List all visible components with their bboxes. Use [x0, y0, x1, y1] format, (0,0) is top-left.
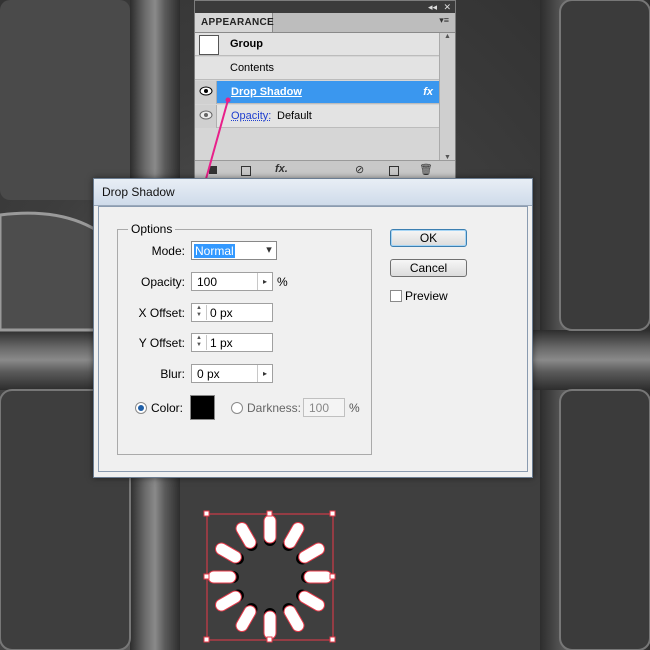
- visibility-toggle[interactable]: [195, 105, 217, 128]
- preview-checkbox[interactable]: [390, 290, 402, 302]
- opacity-link[interactable]: Opacity:: [231, 110, 271, 122]
- handle-middle-left: [203, 573, 210, 580]
- opacity-value: 100: [197, 275, 218, 289]
- close-icon[interactable]: ✕: [443, 1, 451, 13]
- dialog-body: Options Mode: Normal ▾ Opacity: 100 ▸ % …: [98, 206, 528, 472]
- tab-appearance[interactable]: APPEARANCE: [195, 13, 274, 32]
- panel-menu-icon[interactable]: ▾≡: [439, 15, 449, 26]
- eye-icon: [199, 110, 213, 120]
- flower-petal: [263, 514, 277, 546]
- add-stroke-icon[interactable]: [209, 166, 217, 174]
- blur-slider-arrow-icon[interactable]: ▸: [257, 365, 272, 382]
- appearance-row-contents[interactable]: Contents: [195, 57, 439, 80]
- appearance-row-group[interactable]: Group: [195, 33, 439, 56]
- collapse-icon[interactable]: ◂◂: [428, 1, 437, 13]
- x-offset-spinner-icon[interactable]: ▲ ▼: [192, 305, 207, 320]
- appearance-panel: ◂◂ ✕ APPEARANCE ▾≡ Group Contents Drop S…: [194, 0, 456, 180]
- color-label: Color:: [151, 401, 184, 415]
- blur-value: 0 px: [197, 367, 220, 381]
- drop-shadow-link[interactable]: Drop Shadow: [231, 86, 302, 98]
- flower-petal: [263, 608, 277, 640]
- y-offset-label: Y Offset:: [138, 336, 185, 350]
- opacity-value: Default: [277, 110, 312, 122]
- handle-top-right: [329, 510, 336, 517]
- clear-appearance-icon[interactable]: ⊘: [355, 163, 364, 176]
- flower-petal: [207, 570, 239, 584]
- visibility-toggle[interactable]: [195, 81, 217, 104]
- y-offset-value: 1 px: [210, 336, 233, 350]
- y-offset-input[interactable]: ▲ ▼ 1 px: [191, 333, 273, 352]
- handle-middle-right: [329, 573, 336, 580]
- x-offset-label: X Offset:: [138, 306, 185, 320]
- flower-petal: [235, 603, 258, 632]
- darkness-radio[interactable]: [231, 402, 243, 414]
- darkness-label: Darkness:: [247, 401, 302, 415]
- cancel-button[interactable]: Cancel: [390, 259, 467, 277]
- panel-scrollbar[interactable]: ▲ ▼: [439, 33, 455, 161]
- flower-petal: [215, 589, 244, 612]
- fx-icon[interactable]: fx: [423, 86, 433, 98]
- blur-input[interactable]: 0 px ▸: [191, 364, 273, 383]
- flower-petal: [215, 542, 244, 565]
- trash-icon[interactable]: 🗑: [419, 163, 433, 176]
- dialog-title-bar[interactable]: Drop Shadow: [94, 179, 532, 206]
- panel-tab-row: APPEARANCE ▾≡: [195, 13, 455, 33]
- flower-petal: [301, 570, 333, 584]
- chevron-down-icon[interactable]: ▾: [262, 242, 276, 259]
- row-label: Group: [230, 38, 263, 50]
- flower-petal: [282, 522, 305, 551]
- scroll-up-icon[interactable]: ▲: [444, 33, 451, 40]
- opacity-unit: %: [277, 275, 288, 289]
- mode-value: Normal: [194, 244, 235, 258]
- handle-bottom-right: [329, 636, 336, 643]
- darkness-input[interactable]: 100: [303, 398, 345, 417]
- opacity-label: Opacity:: [140, 275, 185, 289]
- flower-petal: [235, 522, 258, 551]
- preview-label: Preview: [405, 289, 448, 303]
- darkness-unit: %: [349, 401, 360, 415]
- add-effect-icon[interactable]: fx.: [275, 163, 288, 175]
- ok-button[interactable]: OK: [390, 229, 467, 247]
- group-thumbnail: [199, 35, 219, 55]
- eye-icon: [199, 86, 213, 96]
- row-label: Contents: [230, 62, 275, 74]
- flower-petal: [282, 603, 305, 632]
- darkness-value: 100: [309, 401, 330, 415]
- blur-label: Blur:: [160, 367, 185, 381]
- handle-top-left: [203, 510, 210, 517]
- handle-bottom-center: [266, 636, 273, 643]
- flower-petal: [296, 542, 325, 565]
- opacity-input[interactable]: 100 ▸: [191, 272, 273, 291]
- handle-bottom-left: [203, 636, 210, 643]
- opacity-slider-arrow-icon[interactable]: ▸: [257, 273, 272, 290]
- y-offset-spinner-icon[interactable]: ▲ ▼: [192, 335, 207, 350]
- mode-label: Mode:: [151, 244, 185, 258]
- color-radio[interactable]: [135, 402, 147, 414]
- appearance-row-opacity[interactable]: Opacity: Default: [195, 105, 439, 128]
- handle-top-center: [266, 510, 273, 517]
- x-offset-value: 0 px: [210, 306, 233, 320]
- shadow-color-swatch[interactable]: [190, 395, 215, 420]
- options-legend: Options: [128, 222, 176, 236]
- mode-select[interactable]: Normal ▾: [191, 241, 277, 260]
- duplicate-item-icon[interactable]: [389, 166, 399, 176]
- appearance-row-drop-shadow[interactable]: Drop Shadow fx: [195, 81, 439, 104]
- panel-bottom-toolbar: fx. ⊘ 🗑: [195, 160, 455, 179]
- add-fill-icon[interactable]: [241, 166, 251, 176]
- dialog-title: Drop Shadow: [102, 185, 175, 199]
- flower-petal: [296, 589, 325, 612]
- panel-topbar: ◂◂ ✕: [195, 1, 455, 13]
- drop-shadow-dialog: Drop Shadow Options Mode: Normal ▾ Opaci…: [93, 178, 533, 478]
- x-offset-input[interactable]: ▲ ▼ 0 px: [191, 303, 273, 322]
